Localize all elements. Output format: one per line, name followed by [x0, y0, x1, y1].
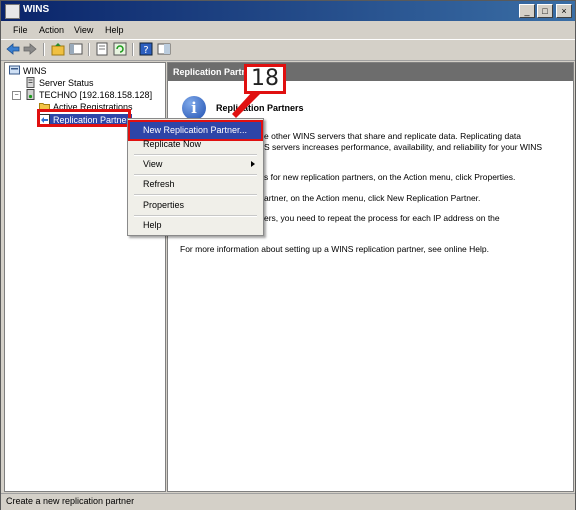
export-list-icon[interactable]	[95, 42, 109, 56]
tree-label-server-status: Server Status	[39, 78, 94, 88]
menu-action[interactable]: Action	[39, 25, 64, 35]
menu-help[interactable]: Help	[105, 25, 124, 35]
menu-separator	[134, 194, 257, 196]
menu-bar: File Action View Help	[1, 22, 575, 39]
forward-arrow-icon[interactable]	[23, 42, 37, 56]
details-text-line: S servers increases performance, availab…	[264, 142, 543, 152]
submenu-arrow-icon	[251, 161, 255, 167]
wins-app-icon	[5, 4, 20, 19]
server-status-icon	[26, 77, 35, 88]
tree-highlight-box	[37, 109, 131, 127]
toolbar-separator	[88, 43, 90, 56]
window-title: WINS	[23, 4, 50, 15]
details-text-line: s for new replication partners, on the A…	[264, 172, 516, 182]
toolbar: ?	[1, 39, 575, 61]
step-callout: 18	[244, 64, 286, 94]
info-icon: i	[182, 96, 206, 120]
menu-item-help[interactable]: Help	[130, 217, 261, 234]
menu-item-replicate-now[interactable]: Replicate Now	[130, 136, 261, 153]
wins-server-icon	[9, 65, 20, 75]
properties-pane-icon[interactable]	[157, 42, 171, 56]
close-button[interactable]: ×	[556, 4, 572, 18]
tree-item-techno-server[interactable]: TECHNO [192.168.158.128]	[25, 89, 152, 101]
details-heading: Replication Partners	[216, 103, 304, 113]
minimize-button[interactable]: _	[519, 4, 535, 18]
toolbar-separator	[132, 43, 134, 56]
back-arrow-icon[interactable]	[6, 42, 20, 56]
tree-label-wins: WINS	[23, 66, 47, 76]
details-header: Replication Partn	[168, 63, 573, 81]
menu-item-view[interactable]: View	[130, 156, 261, 173]
up-folder-icon[interactable]	[51, 42, 65, 56]
menu-item-refresh[interactable]: Refresh	[130, 176, 261, 193]
status-text: Create a new replication partner	[6, 496, 135, 506]
toolbar-separator	[43, 43, 45, 56]
status-bar: Create a new replication partner	[1, 493, 575, 510]
tree-item-server-status[interactable]: Server Status	[25, 77, 94, 89]
context-menu: New Replication Partner... Replicate Now…	[127, 118, 264, 236]
details-text-line: e other WINS servers that share and repl…	[264, 131, 522, 141]
menu-file[interactable]: File	[13, 25, 28, 35]
collapse-expander-icon[interactable]: −	[12, 91, 21, 100]
tree-label-techno-server: TECHNO [192.168.158.128]	[39, 90, 153, 100]
details-text-line: ers, you need to repeat the process for …	[264, 213, 500, 223]
menu-view[interactable]: View	[74, 25, 93, 35]
refresh-icon[interactable]	[113, 42, 127, 56]
tree-item-wins[interactable]: WINS	[9, 65, 47, 77]
server-icon	[26, 89, 35, 100]
show-hide-tree-icon[interactable]	[69, 42, 83, 56]
details-help-line: For more information about setting up a …	[180, 244, 489, 254]
help-icon[interactable]: ?	[139, 42, 153, 56]
menu-item-view-label: View	[143, 159, 163, 169]
menu-item-properties[interactable]: Properties	[130, 197, 261, 214]
wins-window: WINS _ □ × File Action View Help ? WINS …	[0, 0, 576, 510]
maximize-button[interactable]: □	[537, 4, 553, 18]
details-text-line: artner, on the Action menu, click New Re…	[264, 193, 481, 203]
svg-text:?: ?	[143, 45, 148, 56]
title-bar: WINS _ □ ×	[1, 1, 575, 21]
